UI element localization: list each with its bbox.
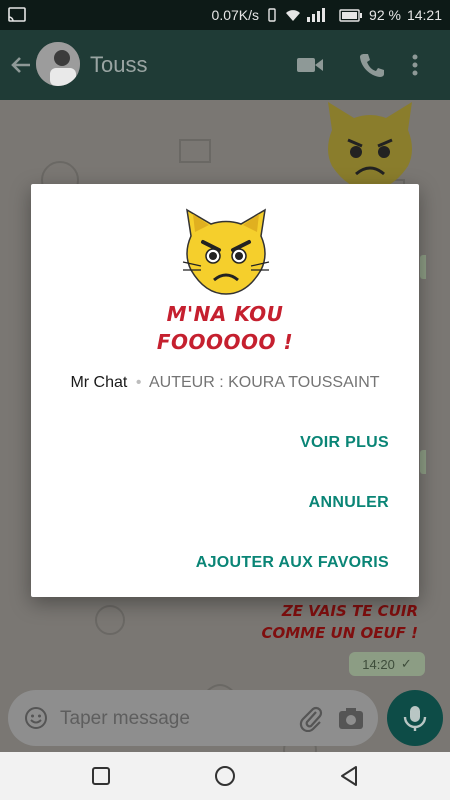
sticker-caption: ZE VAIS TE CUIR COMME UN OEUF !: [261, 600, 418, 644]
voice-record-button[interactable]: [387, 690, 443, 746]
mic-icon: [403, 706, 427, 731]
battery-icon: [339, 8, 363, 22]
read-check-icon: ✓: [400, 656, 412, 671]
message-time: 14:20: [362, 656, 395, 672]
contact-name[interactable]: Touss: [90, 52, 147, 78]
message-input-bar: Taper message: [8, 690, 378, 746]
video-call-icon[interactable]: [296, 52, 324, 78]
separator-dot: •: [135, 374, 142, 391]
sticker-caption-line2: COMME UN OEUF !: [261, 624, 418, 642]
more-vert-icon[interactable]: [410, 52, 420, 78]
sticker-cat-top: [328, 102, 412, 190]
status-bar: 0.07K/s 92 % 14:21: [0, 0, 450, 30]
wifi-icon: [286, 10, 301, 21]
sticker-caption-line1: ZE VAIS TE CUIR: [281, 602, 418, 620]
camera-icon[interactable]: [338, 706, 364, 730]
avatar[interactable]: [36, 42, 80, 86]
bubble-edge: [420, 450, 426, 474]
vibrate-icon: [268, 8, 276, 22]
sticker-text-line2: FOOOOOO !: [156, 330, 294, 354]
sticker-text: M'NA KOU FOOOOOO !: [31, 300, 419, 356]
nav-back-icon[interactable]: [337, 764, 361, 788]
bubble-edge: [420, 255, 426, 279]
signal-icon: [307, 8, 326, 22]
network-speed: 0.07K/s: [211, 7, 260, 23]
pack-name: Mr Chat: [70, 374, 128, 391]
sticker-dialog: M'NA KOU FOOOOOO ! Mr Chat • AUTEUR : KO…: [31, 184, 419, 597]
attach-icon[interactable]: [298, 704, 324, 732]
nav-recents-icon[interactable]: [89, 764, 113, 788]
emoji-icon[interactable]: [24, 706, 48, 730]
angry-cat-sticker: [182, 208, 270, 295]
app-bar: Touss: [0, 30, 450, 100]
message-input[interactable]: Taper message: [60, 708, 190, 730]
message-time-bubble: 14:20 ✓: [349, 652, 425, 676]
pack-author: AUTEUR : KOURA TOUSSAINT: [148, 374, 380, 391]
back-arrow-icon[interactable]: [8, 52, 34, 78]
clock: 14:21: [406, 7, 442, 23]
battery-level: 92 %: [369, 7, 401, 23]
cast-icon: [8, 7, 26, 22]
voir-plus-button[interactable]: VOIR PLUS: [300, 434, 389, 452]
phone-icon[interactable]: [358, 52, 386, 78]
system-nav-bar: [0, 752, 450, 800]
sticker-pack-info: Mr Chat • AUTEUR : KOURA TOUSSAINT: [31, 374, 419, 392]
annuler-button[interactable]: ANNULER: [309, 494, 389, 512]
sticker-text-line1: M'NA KOU: [166, 302, 284, 326]
add-to-favorites-button[interactable]: AJOUTER AUX FAVORIS: [196, 554, 389, 572]
nav-home-icon[interactable]: [213, 764, 237, 788]
